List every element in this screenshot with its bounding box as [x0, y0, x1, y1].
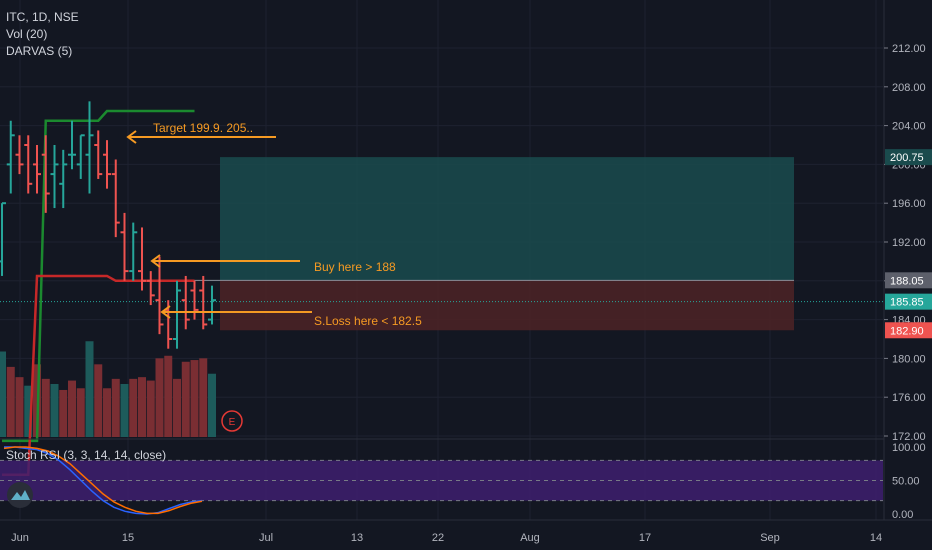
price-bar	[59, 149, 68, 209]
price-tick-label: 192.00	[892, 237, 926, 249]
price-tick-label: 208.00	[892, 82, 926, 94]
price-bar	[181, 275, 190, 330]
volume-bar	[173, 378, 181, 437]
time-tick-label: 13	[351, 532, 363, 544]
chart-canvas[interactable]: Target 199.9. 205.. Buy here > 188 S.Loss …	[0, 0, 932, 550]
time-tick-label: Jun	[11, 532, 29, 544]
stoch-rsi-label: Stoch RSI (3, 3, 14, 14, close)	[6, 448, 167, 462]
time-axis: Jun 15 Jul 13 22 Aug 17 Sep 14	[0, 519, 932, 550]
target-zone	[220, 157, 794, 281]
volume-bar	[208, 373, 216, 437]
symbol-title: ITC, 1D, NSE	[6, 10, 79, 24]
rsi-tick-label: 50.00	[892, 476, 920, 488]
price-tick-label: 212.00	[892, 43, 926, 55]
volume-bar	[0, 351, 6, 437]
price-bar	[155, 256, 164, 335]
price-bar	[33, 145, 41, 194]
price-tick-label: 204.00	[892, 121, 926, 133]
price-bar	[173, 280, 181, 349]
volume-bar	[85, 341, 94, 437]
volume-bar	[120, 383, 129, 437]
volume-bar	[190, 360, 199, 437]
price-tick-label: 196.00	[892, 198, 926, 210]
volume-bar	[41, 378, 50, 437]
time-axis-bg	[0, 520, 932, 550]
earnings-event-label: E	[229, 417, 236, 428]
time-tick-label: Jul	[259, 532, 273, 544]
price-bar	[0, 202, 6, 276]
price-bar	[68, 120, 76, 170]
volume-bar	[129, 378, 138, 437]
stop-label: S.Loss here < 182.5	[314, 314, 422, 328]
price-bar	[111, 159, 120, 238]
volume-bar	[199, 358, 208, 437]
last-price-tag: 185.85	[885, 293, 932, 310]
volume-bar	[155, 358, 164, 437]
price-tick-label: 176.00	[892, 392, 926, 404]
volume-bar	[181, 361, 190, 437]
price-bar	[190, 280, 199, 320]
stop-price-tag: 182.90	[885, 322, 932, 339]
volume-bar	[111, 378, 120, 437]
price-bar	[208, 285, 216, 325]
price-bar	[120, 212, 129, 281]
volume-bar	[94, 364, 103, 437]
rsi-tick-label: 100.00	[892, 442, 926, 454]
price-bar	[85, 101, 94, 194]
target-label: Target 199.9. 205..	[153, 121, 253, 135]
entry-price-tag-text: 188.05	[890, 275, 924, 287]
volume-bar	[59, 389, 68, 437]
price-bar	[50, 145, 59, 209]
target-price-tag: 200.75	[885, 149, 932, 166]
rsi-tick-label: 0.00	[892, 509, 913, 521]
time-tick-label: 14	[870, 532, 882, 544]
price-bar	[146, 271, 155, 306]
time-tick-label: 22	[432, 532, 444, 544]
volume-bar	[164, 355, 173, 437]
time-tick-label: 15	[122, 532, 134, 544]
price-bar	[199, 275, 208, 330]
volume-bar	[68, 380, 76, 437]
price-tick-label: 180.00	[892, 353, 926, 365]
volume-bar	[146, 380, 155, 437]
price-bar	[129, 222, 138, 281]
price-bar	[94, 130, 103, 179]
stop-zone	[220, 280, 794, 331]
tradingview-badge-icon	[7, 482, 33, 508]
price-bar	[6, 120, 15, 194]
volume-indicator-label: Vol (20)	[6, 27, 48, 41]
target-price-tag-text: 200.75	[890, 152, 924, 164]
entry-price-tag: 188.05	[885, 272, 932, 289]
price-bar	[15, 135, 24, 175]
volume-bar	[50, 383, 59, 437]
volume-bar	[6, 366, 15, 437]
time-tick-label: Sep	[760, 532, 780, 544]
darvas-indicator-label: DARVAS (5)	[6, 44, 73, 58]
time-tick-label: 17	[639, 532, 651, 544]
volume-bar	[138, 377, 146, 437]
stop-price-tag-text: 182.90	[890, 325, 924, 337]
volume-bar	[103, 388, 111, 437]
buy-label: Buy here > 188	[314, 260, 396, 274]
price-axis: 172.00176.00180.00184.00188.00192.00196.…	[883, 0, 932, 521]
last-price-tag-text: 185.85	[890, 297, 924, 309]
time-tick-label: Aug	[520, 532, 540, 544]
volume-bar	[76, 388, 85, 437]
volume-bar	[15, 377, 24, 437]
price-bar	[76, 134, 85, 179]
